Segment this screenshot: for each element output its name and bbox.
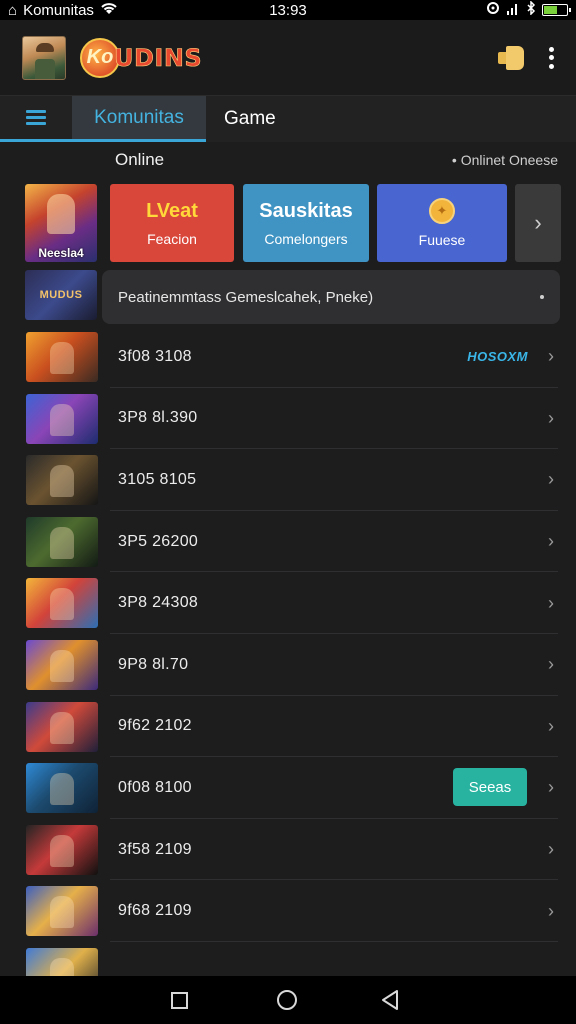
card-subtitle: Comelongers [264, 230, 348, 247]
list-item-label: 3P5 26200 [118, 532, 199, 550]
featured-strip: Neesla4 LVeat Feacion Sauskitas Comelong… [0, 182, 576, 266]
featured-card-communities[interactable]: Sauskitas Comelongers [243, 184, 369, 262]
list-item-label: 3P8 8l.390 [118, 409, 198, 427]
home-notification-icon: ⌂ [8, 1, 18, 19]
list-item[interactable]: 9f68 2109 › [0, 880, 576, 942]
list-item[interactable]: 3P8 24308 › [0, 572, 576, 634]
game-thumbnail [26, 701, 98, 752]
logo-text: UDINS [114, 43, 203, 72]
featured-card-badge[interactable]: ✦ Fuuese [377, 184, 507, 262]
system-nav-bar [0, 976, 576, 1024]
list-item-label: 9f68 2109 [118, 902, 192, 920]
list-item[interactable]: 0f08 8100 Seeas › [0, 757, 576, 819]
list-item[interactable]: 3105 8105 › [0, 449, 576, 511]
list-item[interactable]: 3P5 26200 › [0, 511, 576, 573]
menu-button[interactable] [0, 96, 72, 142]
list-item-label: 3f58 2109 [118, 840, 192, 858]
status-app-name: Komunitas [23, 1, 94, 19]
chevron-right-icon: › [548, 469, 554, 490]
game-thumbnail [26, 886, 98, 937]
card-title: Sauskitas [259, 199, 353, 222]
chevron-right-icon: › [548, 900, 554, 921]
game-thumbnail [26, 947, 98, 978]
tab-game[interactable]: Game [206, 96, 294, 142]
game-thumbnail [26, 639, 98, 690]
game-thumbnail [26, 393, 98, 444]
bluetooth-icon [526, 0, 536, 19]
chevron-right-icon: › [548, 407, 554, 428]
promo-row: MUDUS Peatinemmtass Gemeslcahek, Pneke) [0, 268, 576, 326]
chevron-right-icon: › [548, 346, 554, 367]
status-right [486, 0, 571, 19]
chevron-right-icon: › [534, 210, 542, 235]
online-section-header: Online • Onlinet Oneese [0, 142, 576, 178]
list-item-label: 3P8 24308 [118, 594, 199, 612]
chevron-right-icon: › [548, 592, 554, 613]
tab-komunitas[interactable]: Komunitas [72, 96, 206, 142]
app-logo: Ko UDINS [80, 37, 203, 78]
sync-icon [486, 1, 500, 19]
list-item-action-button[interactable]: Seeas [453, 768, 527, 807]
signal-icon [506, 1, 520, 19]
game-list: 3f08 3108 HOSOXM › 3P8 8l.390 › 3105 810… [0, 326, 576, 978]
list-item-label: 9f62 2102 [118, 717, 192, 735]
game-thumbnail [26, 332, 98, 382]
app-bar: Ko UDINS [0, 20, 576, 96]
chevron-right-icon: › [548, 715, 554, 736]
promo-banner[interactable]: Peatinemmtass Gemeslcahek, Pneke) [102, 270, 560, 324]
hamburger-icon [26, 110, 46, 125]
list-item-label: 3105 8105 [118, 470, 197, 488]
game-thumbnail [26, 824, 98, 875]
list-item-tag: HOSOXM [467, 349, 528, 365]
featured-game-thumbnail[interactable]: Neesla4 [25, 184, 97, 262]
badge-icon: ✦ [429, 198, 455, 224]
online-status-text: • Onlinet Oneese [451, 152, 558, 168]
list-item-label: 3f08 3108 [118, 347, 192, 365]
featured-card-live[interactable]: LVeat Feacion [110, 184, 234, 262]
card-subtitle: Fuuese [418, 232, 466, 248]
list-item-label: 9P8 8l.70 [118, 655, 189, 673]
list-item[interactable]: 3P8 8l.390 › [0, 388, 576, 450]
tab-bar: Komunitas Game [0, 96, 576, 142]
list-item[interactable]: 9P8 8l.70 › [0, 634, 576, 696]
status-bar: ⌂ Komunitas 13:93 [0, 0, 576, 20]
more-dot-icon [540, 295, 544, 299]
status-left: ⌂ Komunitas [8, 1, 118, 19]
card-subtitle: Feacion [147, 230, 197, 247]
list-item[interactable]: 3f58 2109 › [0, 819, 576, 881]
megaphone-icon[interactable] [498, 45, 526, 70]
list-item[interactable]: 9f62 2102 › [0, 696, 576, 758]
chevron-right-icon: › [548, 839, 554, 860]
app-bar-actions [498, 45, 554, 70]
chevron-right-icon: › [548, 777, 554, 798]
wifi-icon [100, 1, 118, 19]
game-thumbnail [26, 516, 98, 567]
featured-more-button[interactable]: › [515, 184, 561, 262]
featured-thumb-caption: Neesla4 [38, 246, 84, 260]
game-thumbnail [26, 763, 98, 814]
list-item[interactable]: 3f08 3108 HOSOXM › [0, 326, 576, 388]
avatar[interactable] [22, 35, 66, 80]
battery-icon [542, 4, 571, 16]
card-title: LVeat [146, 199, 198, 222]
game-thumbnail [26, 578, 98, 629]
home-icon[interactable] [275, 988, 299, 1012]
back-icon[interactable] [378, 988, 402, 1012]
chevron-right-icon: › [548, 531, 554, 552]
recents-icon[interactable] [167, 988, 191, 1012]
list-item[interactable] [0, 942, 576, 978]
online-label: Online [115, 150, 165, 169]
promo-thumbnail[interactable]: MUDUS [25, 270, 97, 320]
chevron-right-icon: › [548, 654, 554, 675]
promo-text: Peatinemmtass Gemeslcahek, Pneke) [118, 288, 374, 306]
game-thumbnail [26, 455, 98, 506]
more-options-icon[interactable] [548, 46, 554, 69]
list-item-label: 0f08 8100 [118, 778, 192, 796]
